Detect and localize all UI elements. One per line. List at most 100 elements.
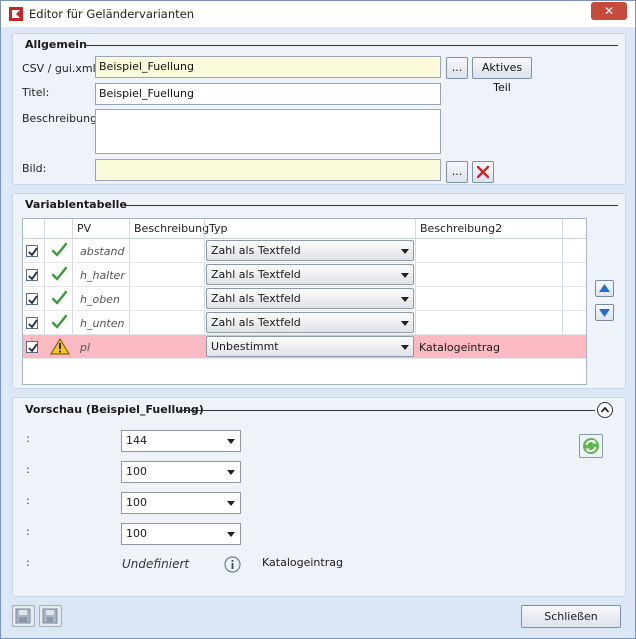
row-checkbox[interactable]: [26, 245, 38, 257]
pv-name: abstand: [80, 245, 125, 258]
pv-name: h_unten: [80, 317, 125, 330]
variable-table: PV Beschreibung Typ Beschreibung2 abstan…: [22, 218, 587, 385]
variablentabelle-group-title: Variablentabelle: [25, 198, 127, 211]
undefined-value: Undefiniert: [122, 557, 190, 571]
row-checkbox[interactable]: [26, 317, 38, 329]
preview-select-3[interactable]: 100: [121, 492, 241, 514]
bild-clear-button[interactable]: [472, 161, 494, 183]
divider: [84, 45, 618, 46]
window-title: Editor für Geländervarianten: [29, 7, 195, 21]
table-row[interactable]: h_halter Zahl als Textfeld: [23, 263, 586, 287]
table-row[interactable]: h_unten Zahl als Textfeld: [23, 311, 586, 335]
table-header: PV Beschreibung Typ Beschreibung2: [23, 219, 586, 239]
warning-icon: [50, 338, 70, 358]
save-as-icon: [13, 608, 34, 629]
column-header-beschreibung2[interactable]: Beschreibung2: [420, 222, 502, 235]
bild-label: Bild:: [22, 162, 47, 175]
preview-label: :: [26, 463, 30, 476]
divider: [124, 205, 618, 206]
title-bar: Editor für Geländervarianten ✕: [1, 1, 635, 27]
typ-select[interactable]: Unbestimmt: [206, 336, 414, 357]
check-ok-icon: [51, 314, 68, 333]
dropdown-arrow-icon: [227, 439, 235, 444]
table-row-error[interactable]: pl Unbestimmt Katalogeintrag: [23, 335, 586, 359]
allgemein-panel: Allgemein CSV / gui.xml: Beispiel_Fuellu…: [12, 33, 626, 185]
editor-window: Editor für Geländervarianten ✕ Allgemein…: [0, 0, 636, 639]
dropdown-arrow-icon: [401, 345, 409, 350]
typ-select[interactable]: Zahl als Textfeld: [206, 288, 414, 309]
dropdown-arrow-icon: [401, 321, 409, 326]
dropdown-arrow-icon: [401, 249, 409, 254]
preview-select-value: 100: [126, 496, 147, 509]
move-down-button[interactable]: [595, 304, 614, 321]
beschreibung-label: Beschreibung:: [22, 112, 101, 125]
preview-label: :: [26, 494, 30, 507]
dropdown-arrow-icon: [401, 297, 409, 302]
csv-browse-button[interactable]: ...: [446, 57, 468, 79]
typ-select-value: Zahl als Textfeld: [211, 268, 301, 281]
dropdown-arrow-icon: [227, 501, 235, 506]
info-icon[interactable]: [224, 556, 241, 576]
row-checkbox[interactable]: [26, 341, 38, 353]
typ-select-value: Zahl als Textfeld: [211, 244, 301, 257]
pv-name: h_oben: [80, 293, 120, 306]
bild-input[interactable]: [95, 159, 441, 181]
app-logo-icon: [9, 7, 23, 21]
csv-label: CSV / gui.xml:: [22, 62, 100, 75]
check-ok-icon: [51, 266, 68, 285]
row-checkbox[interactable]: [26, 293, 38, 305]
arrow-down-icon: [596, 309, 613, 323]
typ-select[interactable]: Zahl als Textfeld: [206, 264, 414, 285]
pv-name: h_halter: [80, 269, 125, 282]
bild-browse-button[interactable]: ...: [446, 161, 468, 183]
dropdown-arrow-icon: [227, 532, 235, 537]
table-row[interactable]: abstand Zahl als Textfeld: [23, 239, 586, 263]
pv-name: pl: [80, 341, 91, 354]
save-button[interactable]: [39, 605, 62, 627]
preview-select-value: 100: [126, 527, 147, 540]
preview-label: :: [26, 525, 30, 538]
row-checkbox[interactable]: [26, 269, 38, 281]
refresh-icon: [580, 438, 602, 460]
preview-select-value: 100: [126, 465, 147, 478]
column-header-beschreibung[interactable]: Beschreibung: [134, 222, 209, 235]
table-row[interactable]: h_oben Zahl als Textfeld: [23, 287, 586, 311]
check-ok-icon: [51, 290, 68, 309]
typ-select-value: Zahl als Textfeld: [211, 316, 301, 329]
typ-select-value: Unbestimmt: [211, 340, 279, 353]
move-up-button[interactable]: [595, 280, 614, 297]
collapse-button[interactable]: [597, 402, 613, 418]
refresh-button[interactable]: [579, 434, 603, 458]
typ-select-value: Zahl als Textfeld: [211, 292, 301, 305]
delete-x-icon: [476, 165, 490, 182]
check-ok-icon: [51, 242, 68, 261]
dropdown-arrow-icon: [227, 470, 235, 475]
chevron-up-icon: [598, 406, 612, 420]
preview-select-2[interactable]: 100: [121, 461, 241, 483]
katalog-label: Katalogeintrag: [262, 556, 343, 569]
close-button[interactable]: Schließen: [521, 605, 621, 628]
preview-label: :: [26, 556, 30, 569]
vorschau-group-title: Vorschau (Beispiel_Fuellung): [25, 403, 204, 416]
preview-select-value: 144: [126, 434, 147, 447]
column-header-pv[interactable]: PV: [77, 222, 91, 235]
preview-label: :: [26, 432, 30, 445]
active-part-button[interactable]: Aktives Teil: [472, 57, 532, 94]
preview-select-4[interactable]: 100: [121, 523, 241, 545]
dropdown-arrow-icon: [401, 273, 409, 278]
csv-input[interactable]: Beispiel_Fuellung: [95, 56, 441, 78]
window-close-button[interactable]: ✕: [591, 2, 627, 20]
column-header-typ[interactable]: Typ: [209, 222, 228, 235]
typ-select[interactable]: Zahl als Textfeld: [206, 312, 414, 333]
titel-input[interactable]: Beispiel_Fuellung: [95, 83, 441, 105]
vorschau-panel: Vorschau (Beispiel_Fuellung) : 144 : 100…: [12, 397, 626, 597]
divider: [179, 410, 595, 411]
beschreibung-textarea[interactable]: [95, 109, 441, 154]
save-as-button[interactable]: [12, 605, 35, 627]
titel-label: Titel:: [22, 86, 50, 99]
allgemein-group-title: Allgemein: [25, 38, 87, 51]
preview-select-1[interactable]: 144: [121, 430, 241, 452]
save-icon: [40, 608, 61, 629]
typ-select[interactable]: Zahl als Textfeld: [206, 240, 414, 261]
beschreibung2-cell: Katalogeintrag: [419, 341, 500, 354]
